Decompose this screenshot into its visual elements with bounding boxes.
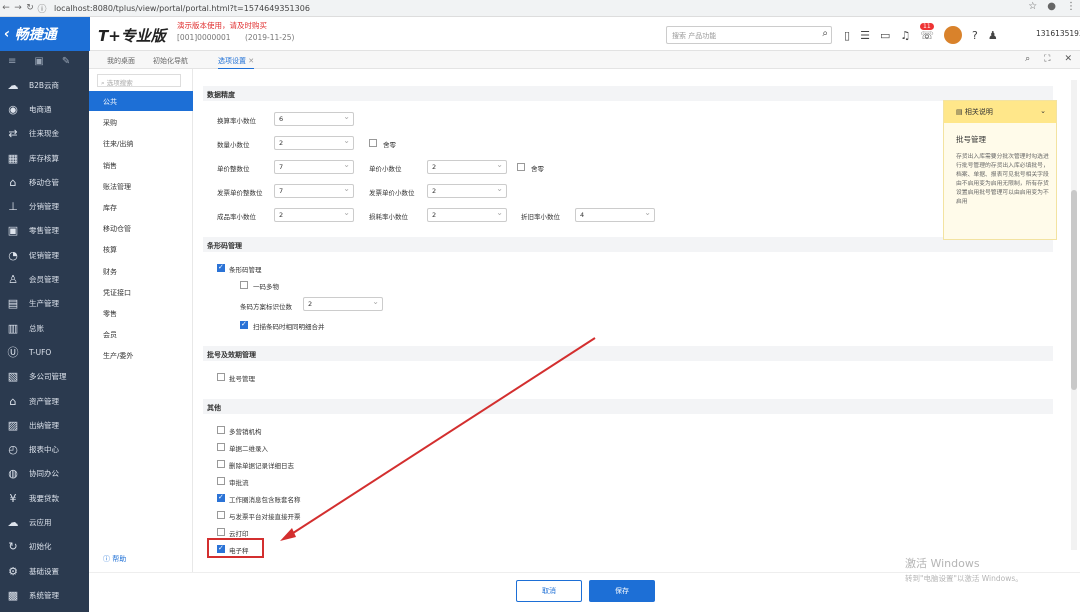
cancel-button[interactable]: 取消 <box>516 580 582 602</box>
windows-watermark: 激活 Windows 转到"电脑设置"以激活 Windows。 <box>905 555 1023 584</box>
arrow-line <box>289 337 596 536</box>
save-button[interactable]: 保存 <box>589 580 655 602</box>
arrow-head <box>280 528 296 541</box>
annotation-arrow <box>280 337 596 541</box>
highlight-box <box>207 538 264 558</box>
watermark-title: 激活 Windows <box>905 557 980 570</box>
watermark-subtitle: 转到"电脑设置"以激活 Windows。 <box>905 574 1023 583</box>
